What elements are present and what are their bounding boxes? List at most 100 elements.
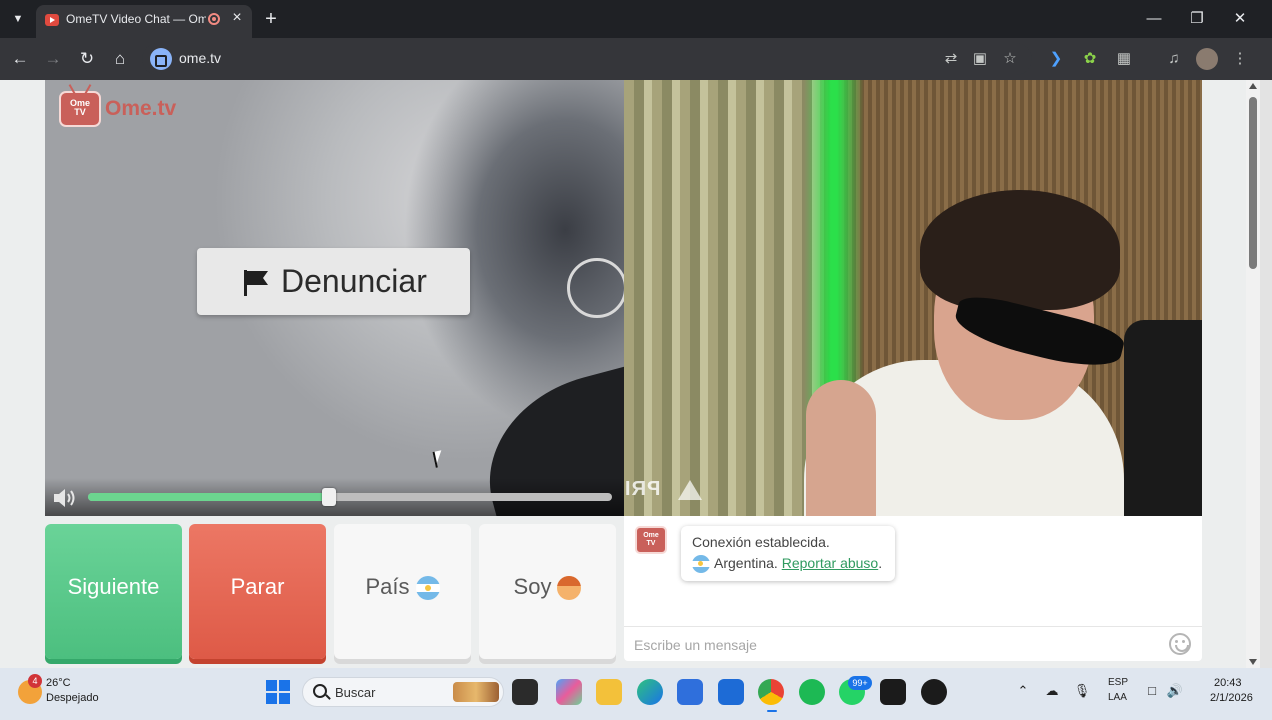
windows-taskbar: 4 26°C Despejado Buscar 99+ ⌃ ☁ 🎙 ESP LA…	[0, 668, 1272, 720]
stop-button[interactable]: Parar	[189, 524, 326, 659]
browser-toolbar: ← → ↻ ⌂ ome.tv ⇄ ▣ ☆ ❯ ✿ ▦ ♫ ⋮	[0, 38, 1272, 80]
emoji-icon[interactable]	[1169, 633, 1191, 655]
boy-avatar-icon	[557, 576, 582, 601]
onedrive-icon[interactable]: ☁	[1043, 682, 1061, 700]
reload-icon[interactable]: ↻	[75, 47, 99, 71]
video-curtain	[624, 80, 824, 516]
tab-ometv[interactable]: OmeTV Video Chat — Ome ×	[36, 5, 252, 38]
install-app-icon[interactable]: ▣	[969, 48, 991, 70]
weather-badge: 4	[28, 674, 42, 688]
country-button-label: País	[365, 574, 410, 599]
menu-kebab-icon[interactable]: ⋮	[1229, 48, 1251, 70]
microsoft-store-icon[interactable]	[677, 679, 703, 705]
volume-slider-fill	[88, 493, 329, 501]
chrome-icon[interactable]	[758, 679, 784, 705]
profile-avatar[interactable]	[1196, 48, 1218, 70]
extension-audio-icon[interactable]: ❯	[1045, 48, 1067, 70]
report-abuse-link[interactable]: Reportar abuso	[782, 555, 879, 571]
address-bar[interactable]: ome.tv	[142, 43, 1032, 75]
translate-icon[interactable]: ⇄	[940, 48, 962, 70]
microphone-icon[interactable]: 🎙	[1073, 682, 1091, 700]
browser-tab-bar: ▼ OmeTV Video Chat — Ome × + — ❐ ✕	[0, 0, 1272, 38]
argentina-flag-icon	[692, 555, 710, 574]
network-icon[interactable]: □	[1143, 682, 1161, 700]
scroll-down-arrow-icon[interactable]	[1249, 659, 1257, 665]
search-placeholder: Buscar	[335, 685, 376, 700]
show-hidden-icons-chevron-icon[interactable]: ⌃	[1014, 682, 1032, 700]
ometv-page: Ome TV Ome.tv Denunciar PRI Siguiente Pa…	[0, 80, 1246, 668]
next-button-label: Siguiente	[67, 574, 160, 599]
scrollbar-thumb[interactable]	[1249, 97, 1257, 269]
tab-title: OmeTV Video Chat — Ome	[66, 12, 206, 26]
video-person-hair	[920, 190, 1120, 310]
keyboard-language[interactable]: ESP	[1108, 677, 1128, 688]
gender-button-content: Soy	[479, 574, 616, 601]
spotify-icon[interactable]	[799, 679, 825, 705]
logo-small-text: Ome TV	[69, 98, 90, 117]
chat-panel: Ome TV Conexión establecida. Argentina. …	[624, 516, 1202, 661]
search-highlight-image	[453, 682, 499, 702]
volume-icon[interactable]: 🔊	[1166, 682, 1184, 700]
window-edge	[1260, 80, 1272, 668]
argentina-flag-icon	[415, 576, 440, 601]
gender-button[interactable]: Soy	[479, 524, 616, 659]
chat-message-input[interactable]	[634, 635, 1154, 655]
tab-close-icon[interactable]: ×	[228, 9, 246, 27]
outlook-icon[interactable]	[718, 679, 744, 705]
self-video: PRI	[624, 80, 1202, 516]
extensions-puzzle-icon[interactable]: ▦	[1113, 48, 1135, 70]
whatsapp-notification-badge: 99+	[848, 676, 872, 690]
volume-slider[interactable]	[88, 488, 612, 506]
chrome-active-indicator	[767, 710, 777, 712]
site-info-icon[interactable]	[150, 48, 172, 70]
keyboard-layout[interactable]: LAA	[1108, 692, 1127, 703]
clock-date[interactable]: 2/1/2026	[1210, 692, 1253, 704]
back-arrow-icon[interactable]: ←	[8, 47, 32, 71]
weather-description[interactable]: Despejado	[46, 692, 99, 704]
page-scrollbar[interactable]	[1246, 80, 1260, 668]
country-button[interactable]: País	[334, 524, 471, 659]
obs-studio-icon[interactable]	[880, 679, 906, 705]
tab-search-chevron-icon[interactable]: ▼	[6, 8, 30, 30]
restore-button[interactable]: ❐	[1182, 6, 1212, 32]
report-button[interactable]: Denunciar	[197, 248, 470, 315]
stop-button-label: Parar	[230, 574, 285, 599]
bookmark-star-icon[interactable]: ☆	[999, 48, 1021, 70]
extension-leaf-icon[interactable]: ✿	[1079, 48, 1101, 70]
chat-ometv-logo-icon: Ome TV	[635, 526, 667, 554]
edge-browser-icon[interactable]	[637, 679, 663, 705]
scroll-up-arrow-icon[interactable]	[1249, 83, 1257, 89]
chat-period: .	[878, 555, 883, 571]
system-message: Conexión establecida. Argentina. Reporta…	[681, 526, 895, 581]
search-icon	[313, 684, 327, 698]
url-text[interactable]: ome.tv	[179, 50, 221, 66]
copilot-icon[interactable]	[556, 679, 582, 705]
media-controls-icon[interactable]: ♫	[1163, 48, 1185, 70]
davinci-resolve-icon[interactable]	[921, 679, 947, 705]
logo-text: Ome.tv	[105, 97, 177, 120]
connection-status-text: Conexión establecida.	[692, 534, 830, 550]
video-chair	[1124, 320, 1202, 516]
video-person-arm	[806, 380, 876, 516]
chat-country-text: Argentina.	[714, 555, 778, 571]
close-window-button[interactable]: ✕	[1225, 6, 1255, 32]
windows-start-icon[interactable]	[266, 680, 290, 704]
new-tab-button[interactable]: +	[260, 8, 282, 30]
task-view-icon[interactable]	[512, 679, 538, 705]
report-button-label: Denunciar	[281, 263, 427, 299]
forward-arrow-icon[interactable]: →	[41, 47, 65, 71]
volume-slider-handle[interactable]	[322, 488, 336, 506]
file-explorer-icon[interactable]	[596, 679, 622, 705]
recording-indicator-icon	[208, 13, 220, 25]
taskbar-search[interactable]: Buscar	[302, 677, 504, 707]
home-icon[interactable]: ⌂	[108, 47, 132, 71]
weather-temperature[interactable]: 26°C	[46, 677, 71, 689]
next-button[interactable]: Siguiente	[45, 524, 182, 659]
speaker-icon[interactable]	[52, 487, 78, 509]
clock-time[interactable]: 20:43	[1214, 677, 1242, 689]
minimize-button[interactable]: —	[1139, 6, 1169, 32]
chat-logo-text: Ome TV	[643, 532, 659, 547]
prism-watermark: PRI	[624, 478, 661, 500]
tv-logo-icon: Ome TV	[59, 91, 101, 127]
youtube-favicon-icon	[45, 14, 59, 26]
